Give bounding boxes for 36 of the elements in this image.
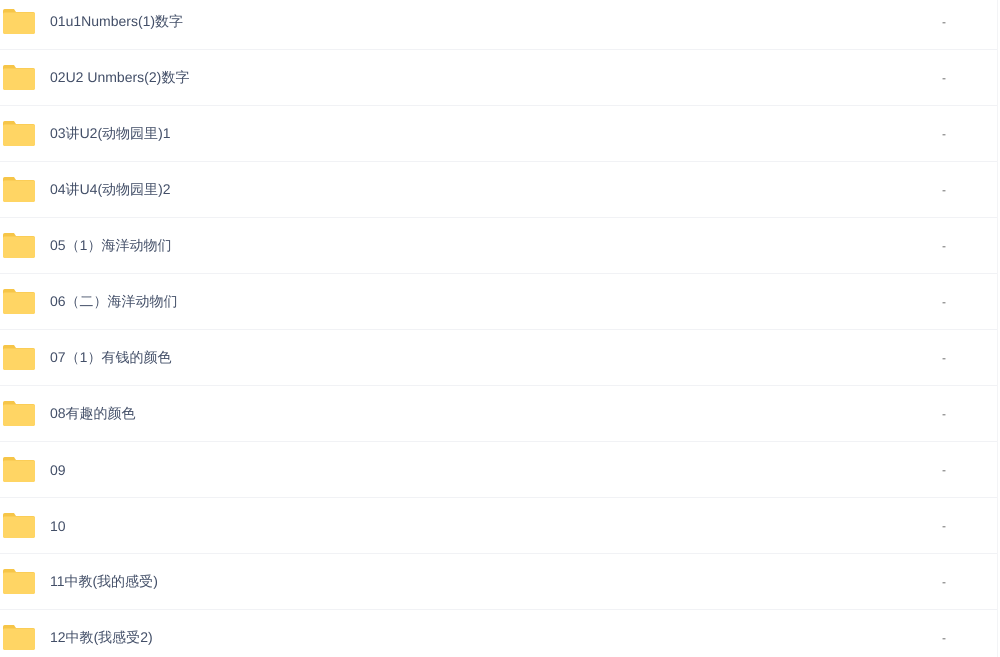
file-name[interactable]: 08有趣的颜色 bbox=[50, 404, 136, 422]
file-name[interactable]: 05（1）海洋动物们 bbox=[50, 236, 172, 254]
file-name[interactable]: 03讲U2(动物园里)1 bbox=[50, 124, 171, 142]
folder-icon bbox=[3, 457, 35, 482]
file-name[interactable]: 09 bbox=[50, 462, 66, 478]
column-value: - bbox=[942, 238, 946, 252]
column-value: - bbox=[942, 518, 946, 532]
column-value: - bbox=[942, 14, 946, 28]
column-value: - bbox=[942, 70, 946, 84]
folder-icon bbox=[3, 121, 35, 146]
folder-icon bbox=[3, 569, 35, 594]
column-value: - bbox=[942, 126, 946, 140]
column-value: - bbox=[942, 462, 946, 476]
folder-icon bbox=[3, 65, 35, 90]
folder-icon bbox=[3, 625, 35, 650]
folder-icon bbox=[3, 345, 35, 370]
file-name[interactable]: 02U2 Unmbers(2)数字 bbox=[50, 68, 190, 86]
file-name[interactable]: 10 bbox=[50, 518, 66, 534]
folder-icon bbox=[3, 233, 35, 258]
column-value: - bbox=[942, 182, 946, 196]
folder-icon bbox=[3, 177, 35, 202]
column-value: - bbox=[942, 406, 946, 420]
file-name[interactable]: 04讲U4(动物园里)2 bbox=[50, 180, 171, 198]
column-value: - bbox=[942, 350, 946, 364]
column-value: - bbox=[942, 630, 946, 644]
folder-icon bbox=[3, 513, 35, 538]
folder-icon bbox=[3, 401, 35, 426]
file-name[interactable]: 11中教(我的感受) bbox=[50, 572, 158, 590]
column-value: - bbox=[942, 574, 946, 588]
file-name[interactable]: 06（二）海洋动物们 bbox=[50, 292, 178, 310]
folder-icon bbox=[3, 289, 35, 314]
folder-icon bbox=[3, 9, 35, 34]
column-value: - bbox=[942, 294, 946, 308]
file-name[interactable]: 12中教(我感受2) bbox=[50, 628, 153, 646]
file-name[interactable]: 01u1Numbers(1)数字 bbox=[50, 12, 184, 30]
file-name[interactable]: 07（1）有钱的颜色 bbox=[50, 348, 172, 366]
